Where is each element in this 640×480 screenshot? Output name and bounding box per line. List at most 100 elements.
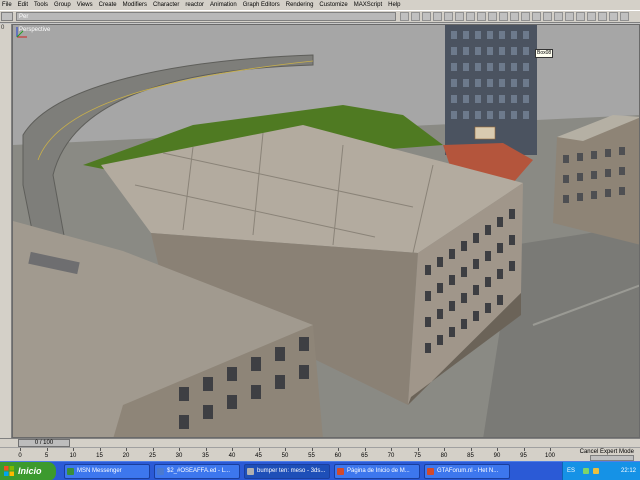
track-tick [391,448,392,451]
menu-group[interactable]: Group [54,0,71,10]
menu-bar: File Edit Tools Group Views Create Modif… [0,0,640,10]
viewport-selector[interactable] [1,12,13,21]
track-tick [205,448,207,451]
track-tick-label: 5 [44,453,49,459]
track-tick [46,448,48,451]
track-tick [232,448,233,451]
toolbar-button[interactable] [598,12,607,21]
scene-render [13,25,639,437]
track-tick-label: 95 [520,453,527,459]
toolbar-button[interactable] [620,12,629,21]
task-label: $2_#OSEAFFA.ed - L... [167,468,231,474]
toolbar-button[interactable] [477,12,486,21]
track-tick [126,448,127,451]
taskbar-item-msn[interactable]: MSN Messenger [64,464,150,479]
3dsmax-window: File Edit Tools Group Views Create Modif… [0,0,640,480]
toolbar-button[interactable] [554,12,563,21]
toolbar-button[interactable] [411,12,420,21]
network-icon[interactable] [583,468,589,474]
start-label: Inicio [18,466,42,476]
track-tick-label: 75 [414,453,421,459]
toolbar-button[interactable] [532,12,541,21]
toolbar-button[interactable] [499,12,508,21]
track-tick-label: 30 [175,453,183,459]
toolbar-button[interactable] [543,12,552,21]
track-tick [417,448,419,451]
toolbar-button[interactable] [609,12,618,21]
3dsmax-icon [247,468,254,475]
track-tick-label: 15 [96,453,103,459]
menu-views[interactable]: Views [77,0,93,10]
toolbar-button[interactable] [400,12,409,21]
menu-graph-editors[interactable]: Graph Editors [243,0,280,10]
menu-animation[interactable]: Animation [210,0,237,10]
track-tick [179,448,180,451]
menu-modifiers[interactable]: Modifiers [123,0,147,10]
track-tick-label: 50 [281,453,289,459]
menu-file[interactable]: File [2,0,12,10]
toolbar-button[interactable] [510,12,519,21]
axis-gizmo-icon [16,27,27,38]
toolbar-button[interactable] [433,12,442,21]
track-tick-label: 25 [149,453,156,459]
volume-icon[interactable] [593,468,599,474]
taskbar-item-browser[interactable]: Página de Inicio de M... [334,464,420,479]
track-tick-label: 90 [493,453,501,459]
toolbar-button[interactable] [488,12,497,21]
track-tick [152,448,154,451]
browser-icon [427,468,434,475]
track-bar[interactable]: 0 5 10 15 20 25 30 35 40 45 50 55 60 65 70 75 80 85 90 95 10… [0,447,640,461]
track-tick-label: 20 [122,453,130,459]
task-label: GTAForum.nl - Het N... [437,468,499,474]
toolbar-button[interactable] [422,12,431,21]
browser-icon [337,468,344,475]
msn-icon [67,468,74,475]
system-tray: ES 22:12 [562,462,640,480]
toolbar-button[interactable] [576,12,585,21]
toolbar-button[interactable] [587,12,596,21]
menu-rendering[interactable]: Rendering [286,0,314,10]
track-tick [523,448,525,451]
toolbar-button[interactable] [466,12,475,21]
toolbar-button[interactable] [455,12,464,21]
time-slider-bar: 0 / 100 [0,438,640,447]
menu-edit[interactable]: Edit [18,0,28,10]
taskbar-item-gtaforum[interactable]: GTAForum.nl - Het N... [424,464,510,479]
task-label: Página de Inicio de M... [347,468,410,474]
track-tick-label: 45 [255,453,262,459]
track-tick-label: 60 [334,453,342,459]
language-indicator[interactable]: ES [567,468,575,474]
track-tick [258,448,260,451]
track-ticks: 0 5 10 15 20 25 30 35 40 45 50 55 60 65 70 75 80 85 90 95 10… [18,448,555,459]
time-slider[interactable]: 0 / 100 [18,439,70,447]
track-tick-label: 40 [228,453,236,459]
menu-character[interactable]: Character [153,0,179,10]
track-tick [20,448,21,451]
menu-help[interactable]: Help [388,0,400,10]
menu-create[interactable]: Create [99,0,117,10]
perspective-viewport[interactable]: Perspective Box08 [12,24,640,438]
toolbar-button[interactable] [565,12,574,21]
main-toolbar: Per [0,10,640,23]
taskbar-item-editor[interactable]: $2_#OSEAFFA.ed - L... [154,464,240,479]
menu-customize[interactable]: Customize [319,0,347,10]
named-selection-field[interactable]: Per [16,12,396,21]
document-icon [157,468,164,475]
toolbar-button[interactable] [521,12,530,21]
track-tick [99,448,101,451]
taskbar-item-3dsmax[interactable]: bumper ten: meso - 3ds... [244,464,330,479]
track-tick [550,448,551,451]
left-strip-number: 0 [1,25,5,31]
track-tick-label: 10 [69,453,77,459]
menu-reactor[interactable]: reactor [185,0,204,10]
track-tick-label: 80 [440,453,448,459]
windows-taskbar: Inicio MSN Messenger $2_#OSEAFFA.ed - L.… [0,461,640,480]
start-button[interactable]: Inicio [0,462,56,480]
track-tick-label: 65 [361,453,368,459]
menu-tools[interactable]: Tools [34,0,48,10]
menu-maxscript[interactable]: MAXScript [354,0,382,10]
toolbar-button[interactable] [444,12,453,21]
track-tick-label: 55 [308,453,315,459]
track-tick [73,448,74,451]
task-label: bumper ten: meso - 3ds... [257,468,326,474]
